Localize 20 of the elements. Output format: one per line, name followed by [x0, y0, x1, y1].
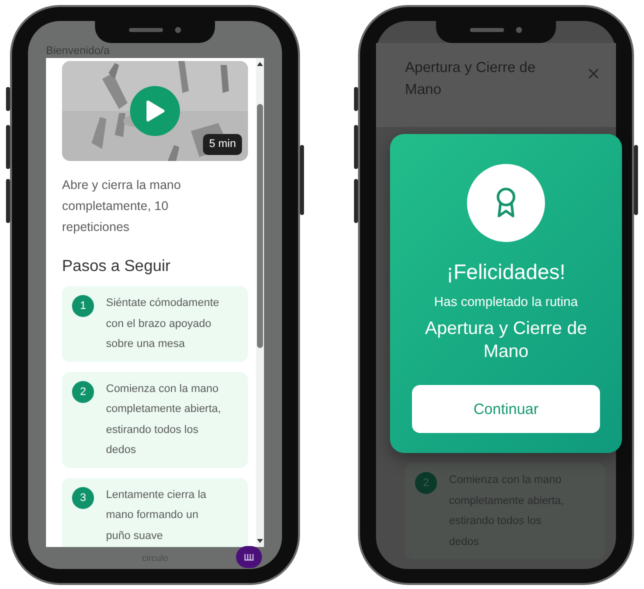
exercise-description: Abre y cierra la mano completamente, 10 repeticiones: [62, 177, 182, 236]
step-text: Comienza con la mano completamente abierta, estirando todos los dedos: [106, 382, 222, 458]
continue-button[interactable]: Continuar: [412, 385, 600, 433]
award-icon: [495, 187, 517, 219]
close-button[interactable]: ×: [587, 63, 600, 85]
routine-name: Apertura y Cierre de Mano: [424, 317, 588, 363]
step-number: 3: [72, 486, 94, 508]
step-text: Lentamente cierra la mano formando un puño suave: [106, 488, 208, 544]
duration-badge: 5 min: [203, 134, 242, 155]
step-text: Siéntate cómodamente con el brazo apoyado sobre una mesa: [106, 296, 220, 352]
floating-button[interactable]: [236, 546, 262, 568]
congrats-title: ¡Felicidades!: [446, 260, 566, 286]
scrollbar[interactable]: [256, 58, 264, 547]
step-number: 1: [72, 295, 94, 317]
completion-message: Has completado la rutina: [434, 294, 578, 310]
step-number: 2: [72, 380, 94, 402]
steps-heading: Pasos a Seguir: [62, 257, 172, 277]
play-icon: [145, 100, 165, 122]
dialog-title: Apertura y Cierre de Mano: [405, 59, 537, 100]
grid-icon: [244, 553, 254, 561]
